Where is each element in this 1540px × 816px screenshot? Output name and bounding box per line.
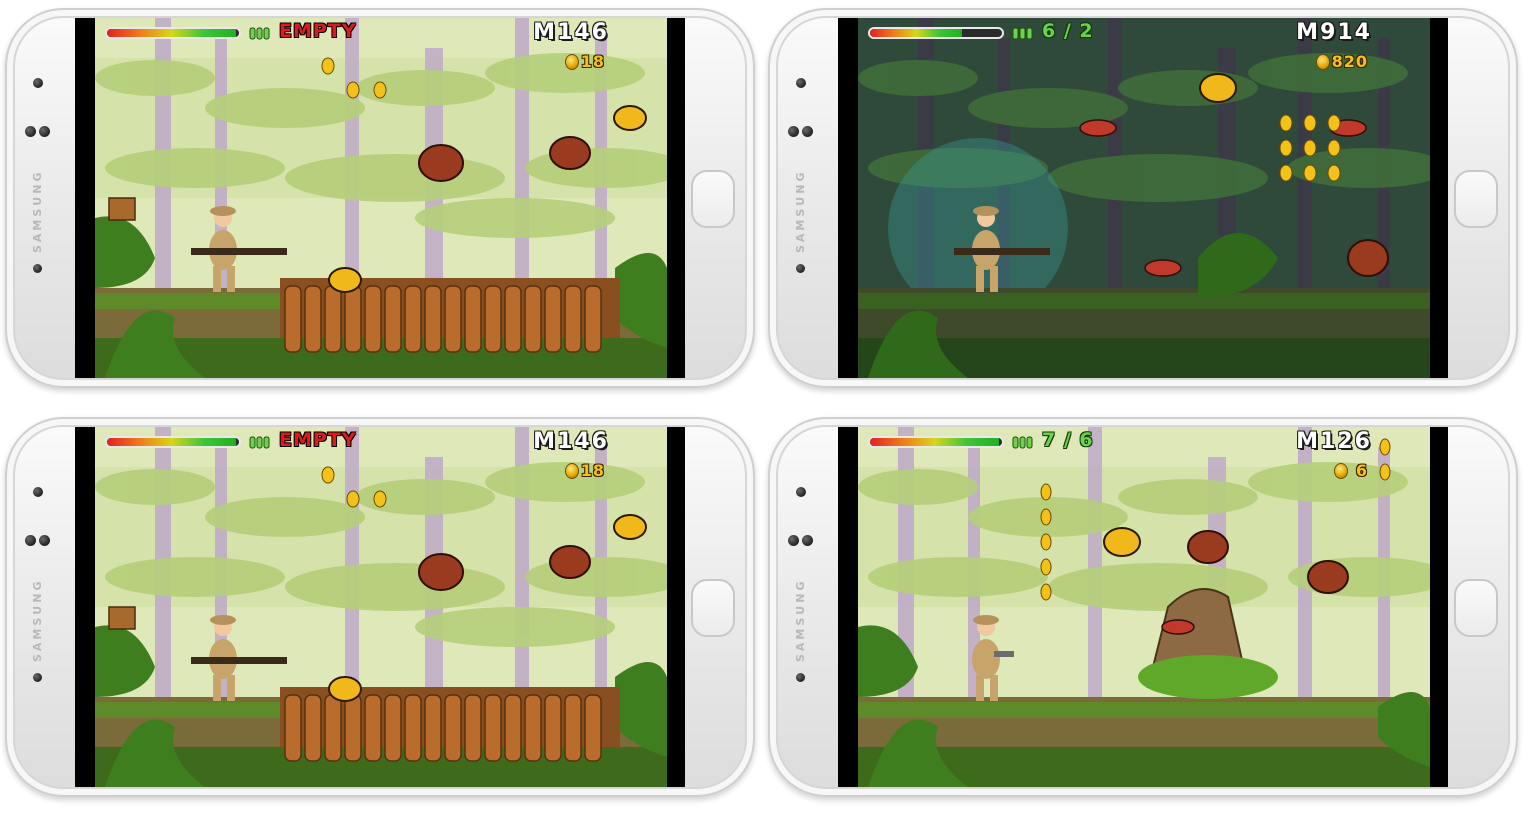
- hud: 7 / 6 M126 6: [858, 427, 1430, 487]
- game-view[interactable]: EMPTY M146 18: [95, 427, 667, 787]
- health-bar: [868, 436, 1004, 448]
- camera-icon: [39, 126, 50, 137]
- distance-counter: M146: [533, 20, 609, 45]
- log-bridge: [280, 687, 620, 762]
- coin-counter: 6: [1355, 461, 1368, 480]
- ammo-status: EMPTY: [279, 429, 357, 451]
- bullet-icon: [249, 436, 270, 449]
- coin-trail: [1279, 114, 1341, 182]
- brand-label: SAMSUNG: [31, 169, 44, 253]
- ammo-crate: [108, 197, 136, 221]
- enemy-wasp: [1103, 527, 1141, 557]
- brand-label: SAMSUNG: [794, 578, 807, 662]
- health-bar: [868, 27, 1004, 39]
- camera-icon: [39, 535, 50, 546]
- health-fill: [870, 438, 1000, 446]
- bullet-icon: [249, 27, 270, 40]
- bullet-icon: [1012, 27, 1033, 40]
- hud: EMPTY M146 18: [95, 427, 667, 487]
- distance-counter: M126: [1296, 429, 1372, 454]
- enemy-beetle: [1347, 239, 1389, 277]
- sensor-icon: [33, 673, 42, 682]
- screen: EMPTY M146 18: [75, 427, 685, 787]
- ammo-crate: [108, 606, 136, 630]
- screen: 6 / 2 M914 820: [838, 18, 1448, 378]
- ammo-status: EMPTY: [279, 20, 357, 42]
- coin-counter: 820: [1331, 52, 1368, 71]
- health-bar: [105, 436, 241, 448]
- camera-icon: [33, 487, 43, 497]
- camera-icon: [25, 535, 36, 546]
- phone-bottom-right: SAMSUNG 7 / 6 M126 6: [768, 417, 1518, 797]
- camera-icon: [796, 487, 806, 497]
- sensor-icon: [796, 673, 805, 682]
- coin-counter: 18: [580, 461, 605, 480]
- camera-icon: [802, 126, 813, 137]
- home-button[interactable]: [1454, 170, 1498, 228]
- distance-counter: M146: [533, 429, 609, 454]
- brand-label: SAMSUNG: [794, 169, 807, 253]
- health-fill: [107, 438, 237, 446]
- enemy-mosquito: [1161, 619, 1195, 635]
- ammo-status: 7 / 6: [1042, 429, 1094, 451]
- health-bar: [105, 27, 241, 39]
- screen: 7 / 6 M126 6: [838, 427, 1448, 787]
- health-fill: [870, 29, 963, 37]
- hud: EMPTY M146 18: [95, 18, 667, 78]
- screen: EMPTY M146 18: [75, 18, 685, 378]
- coin-icon: [565, 54, 579, 70]
- home-button[interactable]: [691, 170, 735, 228]
- sensor-icon: [796, 264, 805, 273]
- camera-icon: [25, 126, 36, 137]
- enemy-wasp: [1199, 73, 1237, 103]
- ammo-status: 6 / 2: [1042, 20, 1094, 42]
- coin-icon: [1334, 463, 1348, 479]
- health-fill: [107, 29, 237, 37]
- game-view[interactable]: EMPTY M146 18: [95, 18, 667, 378]
- camera-icon: [788, 535, 799, 546]
- coin-counter: 18: [580, 52, 605, 71]
- camera-icon: [788, 126, 799, 137]
- sensor-icon: [33, 264, 42, 273]
- camera-icon: [802, 535, 813, 546]
- home-button[interactable]: [1454, 579, 1498, 637]
- camera-icon: [33, 78, 43, 88]
- home-button[interactable]: [691, 579, 735, 637]
- phone-bottom-left: SAMSUNG EMPTY M146 18: [5, 417, 755, 797]
- coin-icon: [565, 463, 579, 479]
- coin-icon: [1316, 54, 1330, 70]
- game-view[interactable]: 6 / 2 M914 820: [858, 18, 1430, 378]
- phone-top-left: SAMSUNG EMPTY M146 18: [5, 8, 755, 388]
- game-view[interactable]: 7 / 6 M126 6: [858, 427, 1430, 787]
- brand-label: SAMSUNG: [31, 578, 44, 662]
- log-bridge: [280, 278, 620, 353]
- bullet-icon: [1012, 436, 1033, 449]
- hud: 6 / 2 M914 820: [858, 18, 1430, 78]
- camera-icon: [796, 78, 806, 88]
- distance-counter: M914: [1296, 20, 1372, 45]
- phone-top-right: SAMSUNG 6 / 2 M914 820: [768, 8, 1518, 388]
